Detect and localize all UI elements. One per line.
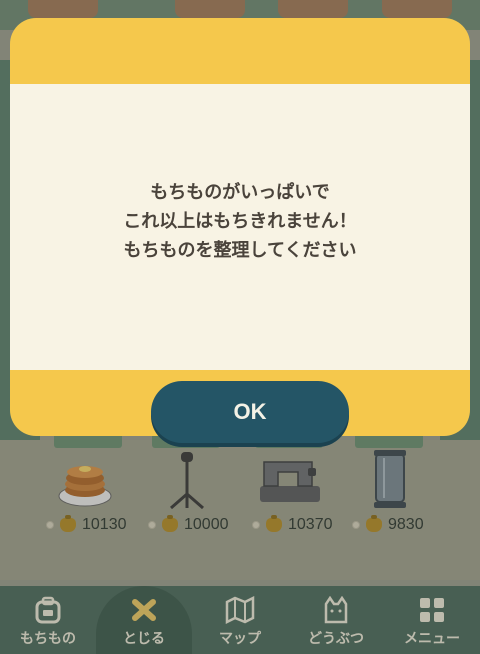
dialog-message: もちものがいっぱいで これ以上はもちきれません！ もちものを整理してください — [10, 178, 470, 265]
ok-button[interactable]: OK — [151, 381, 349, 443]
message-line: もちものを整理してください — [123, 240, 357, 261]
inventory-full-dialog: もちものがいっぱいで これ以上はもちきれません！ もちものを整理してください O… — [10, 18, 470, 443]
message-line: これ以上はもちきれません！ — [123, 211, 357, 232]
message-line: もちものがいっぱいで — [150, 182, 330, 203]
